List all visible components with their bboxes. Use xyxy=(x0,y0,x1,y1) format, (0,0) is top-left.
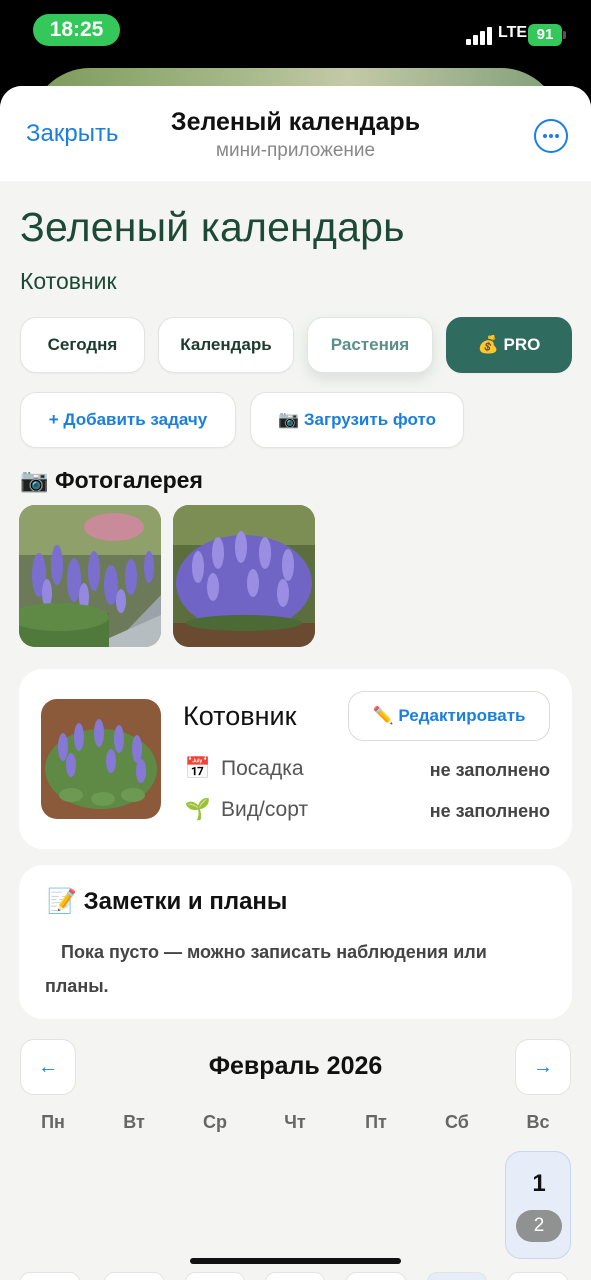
camera-icon: 📷 xyxy=(20,467,49,493)
gallery-photo[interactable] xyxy=(173,505,315,647)
tab-calendar[interactable]: Календарь xyxy=(158,317,294,373)
tab-today[interactable]: Сегодня xyxy=(20,317,145,373)
weekday-label: Вс xyxy=(526,1112,550,1132)
day-task-badge: 2 xyxy=(516,1210,562,1242)
day-number: 1 xyxy=(532,1170,546,1197)
status-time: 18:25 xyxy=(33,14,120,46)
edit-label: Редактировать xyxy=(398,706,526,725)
calendar-icon: 📅 xyxy=(184,757,212,780)
notes-empty-text: Пока пусто — можно записать наблюдения и… xyxy=(45,942,487,996)
info-value: не заполнено xyxy=(429,801,550,821)
info-value: не заполнено xyxy=(429,760,550,780)
tab-pro[interactable]: 💰 PRO xyxy=(446,317,572,373)
info-row-variety: 🌱 Вид/сорт не заполнено xyxy=(183,798,550,828)
calendar-day[interactable]: 1 2 xyxy=(505,1151,571,1259)
add-task-button[interactable]: + Добавить задачу xyxy=(20,392,236,448)
tab-plants[interactable]: Растения xyxy=(307,317,433,373)
plant-name: Котовник xyxy=(183,701,297,731)
edit-button[interactable]: ✏️ Редактировать xyxy=(348,691,550,741)
info-label: Посадка xyxy=(221,757,304,780)
nav-header: Закрыть Зеленый календарь мини-приложени… xyxy=(0,86,591,181)
pencil-icon: ✏️ xyxy=(372,706,394,725)
status-bar: 18:25 LTE 91 xyxy=(0,0,591,62)
page-title: Зеленый календарь xyxy=(20,204,405,250)
nav-title: Зеленый календарь xyxy=(170,108,421,136)
network-label: LTE xyxy=(498,24,528,41)
tab-pro-label: PRO xyxy=(503,335,541,354)
nav-subtitle: мини-приложение xyxy=(215,140,376,161)
plant-subtitle: Котовник xyxy=(20,268,117,294)
signal-icon xyxy=(466,27,494,45)
weekday-label: Чт xyxy=(284,1112,306,1132)
battery-icon: 91 xyxy=(528,24,562,46)
gallery-title: Фотогалерея xyxy=(55,467,203,493)
home-indicator[interactable] xyxy=(190,1258,401,1264)
notes-card: 📝 Заметки и планы Пока пусто — можно зап… xyxy=(19,865,572,1019)
money-bag-icon: 💰 xyxy=(477,335,499,354)
weekday-label: Сб xyxy=(445,1112,469,1132)
month-title: Февраль 2026 xyxy=(208,1052,383,1080)
gallery-photo[interactable] xyxy=(19,505,161,647)
calendar-day[interactable] xyxy=(104,1272,164,1280)
weekday-label: Вт xyxy=(123,1112,145,1132)
seedling-icon: 🌱 xyxy=(184,798,212,821)
upload-photo-label: Загрузить фото xyxy=(303,410,436,429)
calendar-day[interactable] xyxy=(20,1272,80,1280)
plant-thumbnail[interactable] xyxy=(41,699,161,819)
next-month-button[interactable]: → xyxy=(515,1039,571,1095)
more-icon[interactable] xyxy=(534,119,568,153)
battery-tip xyxy=(563,31,566,39)
gallery-heading: 📷 Фотогалерея xyxy=(20,467,203,494)
upload-photo-button[interactable]: 📷 Загрузить фото xyxy=(250,392,464,448)
mini-app-sheet: Закрыть Зеленый календарь мини-приложени… xyxy=(0,86,591,1280)
calendar-day[interactable] xyxy=(427,1272,487,1280)
info-row-planting: 📅 Посадка не заполнено xyxy=(183,757,550,787)
notes-heading: 📝 Заметки и планы xyxy=(47,887,287,916)
camera-icon: 📷 xyxy=(278,410,300,429)
plant-info-card: Котовник ✏️ Редактировать 📅 Посадка не за… xyxy=(19,669,572,849)
info-label: Вид/сорт xyxy=(221,798,309,821)
memo-icon: 📝 xyxy=(47,888,77,915)
weekday-label: Ср xyxy=(203,1112,227,1132)
notes-title: Заметки и планы xyxy=(83,888,288,915)
calendar-day[interactable] xyxy=(265,1272,325,1280)
calendar-day[interactable] xyxy=(185,1272,245,1280)
calendar-day[interactable] xyxy=(346,1272,406,1280)
battery-level: 91 xyxy=(536,26,554,43)
weekday-label: Пт xyxy=(365,1112,387,1132)
weekday-label: Пн xyxy=(41,1112,65,1132)
calendar-day[interactable] xyxy=(508,1272,568,1280)
